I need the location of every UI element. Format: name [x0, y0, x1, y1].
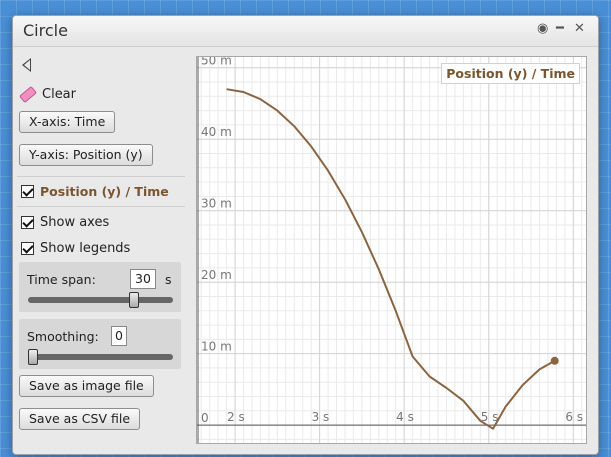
back-arrow-icon[interactable]: [22, 58, 31, 72]
y-tick-label: 10 m: [201, 340, 232, 354]
smoothing-input[interactable]: 0: [111, 326, 127, 346]
save-csv-button[interactable]: Save as CSV file: [19, 408, 141, 430]
y-tick-label: 0: [201, 411, 209, 425]
circle-window: Circle ◉ ━ ✕ Clear X-axis: Time Y-axis: …: [12, 15, 599, 455]
series-label: Position (y) / Time: [40, 183, 169, 199]
close-icon[interactable]: ✕: [574, 21, 585, 36]
x-tick-label: 6 s: [565, 410, 583, 424]
position-time-chart: 010 m20 m30 m40 m50 m2 s3 s4 s5 s6 s: [197, 57, 586, 443]
smoothing-slider-thumb[interactable]: [28, 349, 38, 365]
x-tick-label: 2 s: [227, 410, 245, 424]
series-end-point: [550, 356, 559, 365]
y-tick-label: 20 m: [201, 268, 232, 282]
save-image-button[interactable]: Save as image file: [19, 375, 154, 397]
show-legends-label: Show legends: [40, 240, 131, 256]
divider: [17, 206, 185, 207]
title-bar[interactable]: Circle ◉ ━ ✕: [13, 16, 598, 47]
minimize-icon[interactable]: ━: [556, 21, 564, 36]
y-tick-label: 30 m: [201, 197, 232, 211]
divider: [17, 176, 185, 177]
clear-button[interactable]: Clear: [18, 85, 76, 103]
smoothing-group: Smoothing: 0: [19, 319, 181, 369]
chart-legend: Position (y) / Time: [441, 63, 580, 84]
time-span-label: Time span:: [27, 272, 96, 287]
show-legends-checkbox[interactable]: [21, 241, 34, 255]
series-checkbox[interactable]: [21, 184, 34, 198]
y-tick-label: 40 m: [201, 125, 232, 139]
time-span-group: Time span: 30 s: [19, 262, 181, 312]
time-span-unit: s: [165, 272, 172, 287]
show-legends-toggle[interactable]: Show legends: [21, 239, 130, 257]
time-span-input[interactable]: 30: [130, 269, 156, 289]
clear-label: Clear: [42, 86, 76, 102]
time-span-slider[interactable]: [28, 297, 173, 303]
pin-icon[interactable]: ◉: [537, 21, 548, 36]
window-title: Circle: [23, 21, 68, 40]
smoothing-label: Smoothing:: [27, 329, 99, 344]
smoothing-slider[interactable]: [28, 354, 173, 360]
show-axes-checkbox[interactable]: [21, 215, 34, 229]
time-span-slider-thumb[interactable]: [129, 292, 140, 308]
x-tick-label: 3 s: [312, 410, 330, 424]
y-axis-button[interactable]: Y-axis: Position (y): [19, 144, 153, 166]
show-axes-label: Show axes: [40, 214, 110, 230]
graph-area[interactable]: 0 10 m 20 m 30 m 40 m 50 m2 s3 s4 s5 s6 s Pos…: [196, 56, 587, 444]
y-tick-label: 50 m: [201, 57, 232, 68]
x-axis-button[interactable]: X-axis: Time: [19, 111, 116, 133]
x-tick-label: 4 s: [396, 410, 414, 424]
eraser-icon: [18, 85, 38, 103]
sidebar: Clear X-axis: Time Y-axis: Position (y) …: [13, 47, 193, 454]
series-toggle[interactable]: Position (y) / Time: [21, 182, 169, 200]
show-axes-toggle[interactable]: Show axes: [21, 213, 109, 231]
